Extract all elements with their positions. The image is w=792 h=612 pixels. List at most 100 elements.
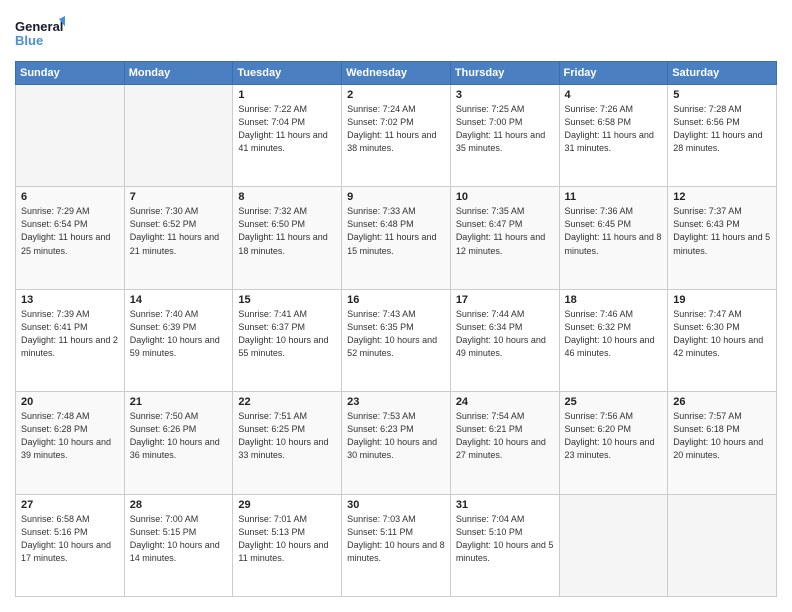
weekday-header-monday: Monday <box>124 62 233 85</box>
calendar-cell: 11 Sunrise: 7:36 AM Sunset: 6:45 PM Dayl… <box>559 187 668 289</box>
day-info: Sunrise: 7:01 AM Sunset: 5:13 PM Dayligh… <box>238 513 336 565</box>
day-info: Sunrise: 7:04 AM Sunset: 5:10 PM Dayligh… <box>456 513 554 565</box>
day-number: 25 <box>565 396 663 408</box>
week-row-0: 1 Sunrise: 7:22 AM Sunset: 7:04 PM Dayli… <box>16 85 777 187</box>
day-info: Sunrise: 7:50 AM Sunset: 6:26 PM Dayligh… <box>130 410 228 462</box>
day-info: Sunrise: 7:41 AM Sunset: 6:37 PM Dayligh… <box>238 308 336 360</box>
week-row-2: 13 Sunrise: 7:39 AM Sunset: 6:41 PM Dayl… <box>16 289 777 391</box>
calendar-cell: 3 Sunrise: 7:25 AM Sunset: 7:00 PM Dayli… <box>450 85 559 187</box>
calendar-cell: 21 Sunrise: 7:50 AM Sunset: 6:26 PM Dayl… <box>124 392 233 494</box>
day-info: Sunrise: 7:46 AM Sunset: 6:32 PM Dayligh… <box>565 308 663 360</box>
day-number: 22 <box>238 396 336 408</box>
day-number: 15 <box>238 294 336 306</box>
day-info: Sunrise: 7:44 AM Sunset: 6:34 PM Dayligh… <box>456 308 554 360</box>
calendar-cell: 27 Sunrise: 6:58 AM Sunset: 5:16 PM Dayl… <box>16 494 125 596</box>
day-info: Sunrise: 7:25 AM Sunset: 7:00 PM Dayligh… <box>456 103 554 155</box>
weekday-header-tuesday: Tuesday <box>233 62 342 85</box>
day-info: Sunrise: 7:33 AM Sunset: 6:48 PM Dayligh… <box>347 205 445 257</box>
day-info: Sunrise: 7:54 AM Sunset: 6:21 PM Dayligh… <box>456 410 554 462</box>
day-number: 28 <box>130 499 228 511</box>
day-number: 4 <box>565 89 663 101</box>
day-info: Sunrise: 7:22 AM Sunset: 7:04 PM Dayligh… <box>238 103 336 155</box>
calendar-cell: 9 Sunrise: 7:33 AM Sunset: 6:48 PM Dayli… <box>342 187 451 289</box>
day-number: 27 <box>21 499 119 511</box>
calendar-cell: 20 Sunrise: 7:48 AM Sunset: 6:28 PM Dayl… <box>16 392 125 494</box>
day-info: Sunrise: 7:35 AM Sunset: 6:47 PM Dayligh… <box>456 205 554 257</box>
day-number: 29 <box>238 499 336 511</box>
day-number: 12 <box>673 191 771 203</box>
day-info: Sunrise: 6:58 AM Sunset: 5:16 PM Dayligh… <box>21 513 119 565</box>
day-info: Sunrise: 7:30 AM Sunset: 6:52 PM Dayligh… <box>130 205 228 257</box>
calendar-cell: 13 Sunrise: 7:39 AM Sunset: 6:41 PM Dayl… <box>16 289 125 391</box>
calendar-cell: 12 Sunrise: 7:37 AM Sunset: 6:43 PM Dayl… <box>668 187 777 289</box>
day-info: Sunrise: 7:28 AM Sunset: 6:56 PM Dayligh… <box>673 103 771 155</box>
calendar-cell: 10 Sunrise: 7:35 AM Sunset: 6:47 PM Dayl… <box>450 187 559 289</box>
day-info: Sunrise: 7:57 AM Sunset: 6:18 PM Dayligh… <box>673 410 771 462</box>
day-info: Sunrise: 7:48 AM Sunset: 6:28 PM Dayligh… <box>21 410 119 462</box>
day-number: 26 <box>673 396 771 408</box>
calendar-cell: 19 Sunrise: 7:47 AM Sunset: 6:30 PM Dayl… <box>668 289 777 391</box>
calendar-cell: 7 Sunrise: 7:30 AM Sunset: 6:52 PM Dayli… <box>124 187 233 289</box>
day-number: 31 <box>456 499 554 511</box>
weekday-header-friday: Friday <box>559 62 668 85</box>
calendar-cell: 30 Sunrise: 7:03 AM Sunset: 5:11 PM Dayl… <box>342 494 451 596</box>
day-info: Sunrise: 7:32 AM Sunset: 6:50 PM Dayligh… <box>238 205 336 257</box>
calendar-cell <box>559 494 668 596</box>
day-info: Sunrise: 7:53 AM Sunset: 6:23 PM Dayligh… <box>347 410 445 462</box>
calendar-cell: 1 Sunrise: 7:22 AM Sunset: 7:04 PM Dayli… <box>233 85 342 187</box>
calendar-cell: 6 Sunrise: 7:29 AM Sunset: 6:54 PM Dayli… <box>16 187 125 289</box>
day-number: 7 <box>130 191 228 203</box>
day-number: 16 <box>347 294 445 306</box>
calendar-cell: 23 Sunrise: 7:53 AM Sunset: 6:23 PM Dayl… <box>342 392 451 494</box>
day-number: 1 <box>238 89 336 101</box>
day-number: 30 <box>347 499 445 511</box>
calendar-cell: 4 Sunrise: 7:26 AM Sunset: 6:58 PM Dayli… <box>559 85 668 187</box>
day-number: 21 <box>130 396 228 408</box>
weekday-header-wednesday: Wednesday <box>342 62 451 85</box>
page: General Blue SundayMondayTuesdayWednesda… <box>0 0 792 612</box>
weekday-header-row: SundayMondayTuesdayWednesdayThursdayFrid… <box>16 62 777 85</box>
calendar-cell: 22 Sunrise: 7:51 AM Sunset: 6:25 PM Dayl… <box>233 392 342 494</box>
day-info: Sunrise: 7:37 AM Sunset: 6:43 PM Dayligh… <box>673 205 771 257</box>
week-row-3: 20 Sunrise: 7:48 AM Sunset: 6:28 PM Dayl… <box>16 392 777 494</box>
weekday-header-saturday: Saturday <box>668 62 777 85</box>
day-info: Sunrise: 7:29 AM Sunset: 6:54 PM Dayligh… <box>21 205 119 257</box>
day-number: 18 <box>565 294 663 306</box>
svg-text:Blue: Blue <box>15 33 43 48</box>
calendar-cell: 8 Sunrise: 7:32 AM Sunset: 6:50 PM Dayli… <box>233 187 342 289</box>
calendar-table: SundayMondayTuesdayWednesdayThursdayFrid… <box>15 61 777 597</box>
day-number: 6 <box>21 191 119 203</box>
header: General Blue <box>15 15 777 53</box>
day-number: 23 <box>347 396 445 408</box>
weekday-header-sunday: Sunday <box>16 62 125 85</box>
day-number: 8 <box>238 191 336 203</box>
day-info: Sunrise: 7:51 AM Sunset: 6:25 PM Dayligh… <box>238 410 336 462</box>
calendar-cell: 5 Sunrise: 7:28 AM Sunset: 6:56 PM Dayli… <box>668 85 777 187</box>
day-number: 19 <box>673 294 771 306</box>
day-info: Sunrise: 7:39 AM Sunset: 6:41 PM Dayligh… <box>21 308 119 360</box>
day-number: 13 <box>21 294 119 306</box>
calendar-cell: 26 Sunrise: 7:57 AM Sunset: 6:18 PM Dayl… <box>668 392 777 494</box>
day-info: Sunrise: 7:56 AM Sunset: 6:20 PM Dayligh… <box>565 410 663 462</box>
day-number: 17 <box>456 294 554 306</box>
calendar-cell: 18 Sunrise: 7:46 AM Sunset: 6:32 PM Dayl… <box>559 289 668 391</box>
calendar-cell: 25 Sunrise: 7:56 AM Sunset: 6:20 PM Dayl… <box>559 392 668 494</box>
calendar-cell <box>668 494 777 596</box>
week-row-1: 6 Sunrise: 7:29 AM Sunset: 6:54 PM Dayli… <box>16 187 777 289</box>
day-info: Sunrise: 7:40 AM Sunset: 6:39 PM Dayligh… <box>130 308 228 360</box>
logo: General Blue <box>15 15 65 53</box>
day-info: Sunrise: 7:47 AM Sunset: 6:30 PM Dayligh… <box>673 308 771 360</box>
day-number: 11 <box>565 191 663 203</box>
day-info: Sunrise: 7:26 AM Sunset: 6:58 PM Dayligh… <box>565 103 663 155</box>
calendar-cell: 24 Sunrise: 7:54 AM Sunset: 6:21 PM Dayl… <box>450 392 559 494</box>
calendar-cell: 28 Sunrise: 7:00 AM Sunset: 5:15 PM Dayl… <box>124 494 233 596</box>
calendar-cell: 16 Sunrise: 7:43 AM Sunset: 6:35 PM Dayl… <box>342 289 451 391</box>
day-info: Sunrise: 7:03 AM Sunset: 5:11 PM Dayligh… <box>347 513 445 565</box>
calendar-cell: 2 Sunrise: 7:24 AM Sunset: 7:02 PM Dayli… <box>342 85 451 187</box>
day-number: 24 <box>456 396 554 408</box>
svg-text:General: General <box>15 19 63 34</box>
calendar-cell <box>16 85 125 187</box>
calendar-cell: 29 Sunrise: 7:01 AM Sunset: 5:13 PM Dayl… <box>233 494 342 596</box>
calendar-cell: 14 Sunrise: 7:40 AM Sunset: 6:39 PM Dayl… <box>124 289 233 391</box>
day-number: 2 <box>347 89 445 101</box>
